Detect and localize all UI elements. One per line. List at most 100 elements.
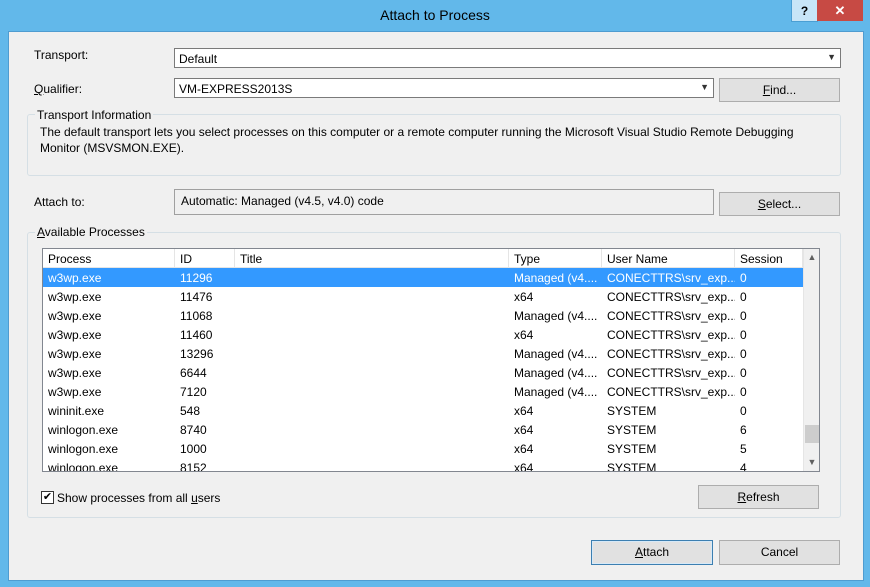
cell-process: w3wp.exe [48,366,102,380]
available-processes-title: Available Processes [35,225,147,239]
help-button[interactable]: ? [791,0,818,22]
cell-id: 6644 [180,366,207,380]
scroll-down-icon[interactable]: ▼ [804,454,819,471]
select-button[interactable]: Select... [719,192,840,216]
cell-process: winlogon.exe [48,461,119,472]
table-row[interactable]: w3wp.exe 11476 x64 CONECTTRS\srv_exp... 0 [43,287,803,306]
cell-type: Managed (v4.... [514,309,598,323]
cell-session: 0 [740,328,747,342]
cancel-button[interactable]: Cancel [719,540,840,565]
cell-process: wininit.exe [48,404,105,418]
cell-session: 4 [740,461,747,472]
cell-type: x64 [514,461,534,472]
cell-id: 1000 [180,442,207,456]
cell-id: 13296 [180,347,214,361]
cell-user-name: SYSTEM [607,442,657,456]
cell-type: x64 [514,423,534,437]
refresh-button[interactable]: Refresh [698,485,819,509]
table-row[interactable]: wininit.exe 548 x64 SYSTEM 0 [43,401,803,420]
cell-type: x64 [514,442,534,456]
qualifier-dropdown[interactable]: VM-EXPRESS2013S ▼ [174,78,714,98]
cell-user-name: SYSTEM [607,461,657,472]
attach-to-field: Automatic: Managed (v4.5, v4.0) code [174,189,714,215]
table-row[interactable]: w3wp.exe 6644 Managed (v4.... CONECTTRS\srv… [43,363,803,382]
chevron-down-icon: ▼ [700,82,709,92]
cell-process: winlogon.exe [48,423,119,437]
cell-user-name: SYSTEM [607,404,657,418]
table-row[interactable]: w3wp.exe 11296 Managed (v4.... CONECTTRS\sr… [43,268,803,287]
cell-process: w3wp.exe [48,290,102,304]
cell-id: 8152 [180,461,207,472]
cell-type: Managed (v4.... [514,271,598,285]
column-header-title[interactable]: Title [235,249,509,268]
attach-to-label: Attach to: [34,195,85,209]
table-row[interactable]: w3wp.exe 13296 Managed (v4.... CONECTTRS\sr… [43,344,803,363]
cell-type: x64 [514,404,534,418]
table-row[interactable]: w3wp.exe 7120 Managed (v4.... CONECTTRS\srv… [43,382,803,401]
cell-id: 11068 [180,309,213,323]
qualifier-label: Qualifier: [34,82,83,96]
cell-user-name: CONECTTRS\srv_exp... [607,271,735,285]
table-row[interactable]: winlogon.exe 1000 x64 SYSTEM 5 [43,439,803,458]
cell-user-name: CONECTTRS\srv_exp... [607,385,735,399]
cell-type: Managed (v4.... [514,366,598,380]
cell-id: 11296 [180,271,213,285]
cell-type: x64 [514,328,534,342]
column-header-type[interactable]: Type [509,249,602,268]
cell-id: 11476 [180,290,213,304]
cell-user-name: SYSTEM [607,423,657,437]
scroll-up-icon[interactable]: ▲ [804,249,819,266]
cell-user-name: CONECTTRS\srv_exp... [607,290,735,304]
cell-session: 5 [740,442,747,456]
attach-button[interactable]: Attach [591,540,713,565]
transport-label: Transport: [34,48,89,62]
cell-type: x64 [514,290,534,304]
cell-id: 11460 [180,328,213,342]
process-list[interactable]: Process ID Title Type User Name Session … [42,248,820,472]
cell-process: w3wp.exe [48,309,102,323]
close-button[interactable]: ✕ [817,0,863,21]
cell-session: 0 [740,366,747,380]
cell-process: winlogon.exe [48,442,119,456]
transport-info-line2: Monitor (MSVSMON.EXE). [40,141,185,155]
window-title: Attach to Process [380,7,490,23]
table-row[interactable]: winlogon.exe 8152 x64 SYSTEM 4 [43,458,803,472]
column-header-process[interactable]: Process [43,249,175,268]
cell-id: 548 [180,404,201,418]
dialog-client: Transport: Default ▼ Qualifier: VM-EXPRE… [8,31,864,581]
column-header-session[interactable]: Session [735,249,803,268]
cell-session: 0 [740,404,747,418]
title-bar[interactable]: Attach to Process ? ✕ [0,0,870,30]
cell-type: Managed (v4.... [514,347,598,361]
find-button[interactable]: Find... [719,78,840,102]
column-header-user-name[interactable]: User Name [602,249,735,268]
cell-session: 6 [740,423,747,437]
cell-session: 0 [740,347,747,361]
show-all-users-label: Show processes from all users [57,491,221,505]
cell-session: 0 [740,385,747,399]
cell-process: w3wp.exe [48,385,102,399]
cell-type: Managed (v4.... [514,385,598,399]
chevron-down-icon: ▼ [827,52,836,62]
cell-process: w3wp.exe [48,347,102,361]
show-all-users-checkbox[interactable]: ✔ [41,491,54,504]
transport-value: Default [179,52,218,66]
cell-process: w3wp.exe [48,271,102,285]
column-header-id[interactable]: ID [175,249,235,268]
transport-info-title: Transport Information [35,108,154,122]
table-row[interactable]: w3wp.exe 11068 Managed (v4.... CONECTTRS\sr… [43,306,803,325]
cell-user-name: CONECTTRS\srv_exp... [607,366,735,380]
table-row[interactable]: winlogon.exe 8740 x64 SYSTEM 6 [43,420,803,439]
cell-user-name: CONECTTRS\srv_exp... [607,347,735,361]
attach-to-process-window: Attach to Process ? ✕ Transport: Default… [0,0,870,587]
table-row[interactable]: w3wp.exe 11460 x64 CONECTTRS\srv_exp... 0 [43,325,803,344]
cell-user-name: CONECTTRS\srv_exp... [607,328,735,342]
cell-id: 7120 [180,385,207,399]
qualifier-value: VM-EXPRESS2013S [179,82,293,96]
process-list-scrollbar[interactable]: ▲ ▼ [803,249,819,471]
transport-info-line1: The default transport lets you select pr… [40,125,794,139]
scroll-thumb[interactable] [805,425,819,443]
transport-dropdown[interactable]: Default ▼ [174,48,841,68]
cell-id: 8740 [180,423,207,437]
cell-process: w3wp.exe [48,328,102,342]
